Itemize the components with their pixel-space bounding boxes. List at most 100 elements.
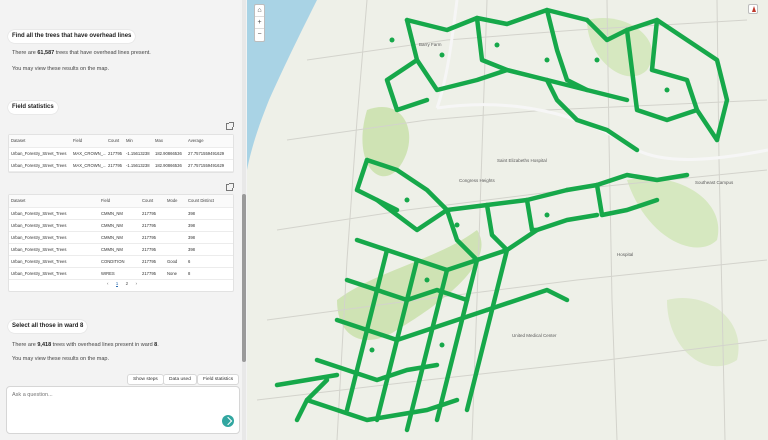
answer-2-map-note: You may view these results on the map. — [12, 356, 110, 362]
stats-table-1-card: Dataset Field Count Min Max Average Urba… — [8, 134, 234, 173]
table-cell: 398 — [186, 207, 233, 220]
table-cell: Urban_Forestry_Street_Trees — [9, 207, 99, 220]
table-row: Urban_Forestry_Street_Trees CMMN_NM 217795… — [9, 219, 233, 232]
map-label: Hospital — [617, 252, 634, 257]
page-1-button[interactable]: 1 — [115, 281, 119, 287]
zoom-in-button[interactable]: + — [255, 17, 264, 29]
panel-scrollbar-thumb[interactable] — [242, 194, 246, 362]
table-cell: -1.15613238 — [124, 159, 153, 172]
column-header[interactable]: Count — [106, 135, 124, 148]
user-question-1: Find all the trees that have overhead li… — [8, 30, 136, 43]
field-statistics-button[interactable]: Field statistics — [197, 374, 240, 385]
next-page-button[interactable]: › — [135, 281, 137, 286]
table-cell — [165, 243, 186, 256]
table-cell: Urban_Forestry_Street_Trees — [9, 159, 71, 172]
table-cell: 182.90866536 — [153, 159, 186, 172]
prev-page-button[interactable]: ‹ — [107, 281, 109, 286]
answer-2-text: There are 9,418 trees with overhead line… — [12, 342, 159, 348]
map-canvas — [247, 0, 768, 440]
answer-2-post: . — [157, 342, 159, 348]
table-row: Urban_Forestry_Street_Trees CONDITION 2177… — [9, 255, 233, 268]
field-statistics-heading: Field statistics — [8, 101, 58, 114]
park-area — [627, 178, 719, 248]
table-cell: 217795 — [140, 255, 165, 268]
page-2-button[interactable]: 2 — [126, 281, 129, 286]
table-cell: CMMN_NM — [99, 243, 140, 256]
table-cell: 398 — [186, 219, 233, 232]
answer-2-count: 9,418 — [37, 342, 52, 348]
map-label: Saint Elizabeths Hospital — [497, 158, 547, 163]
table-row: Urban_Forestry_Street_Trees CMMN_NM 217795… — [9, 207, 233, 220]
map-zoom-controls: ⌂ + − — [254, 4, 265, 42]
table-cell: CMMN_NM — [99, 219, 140, 232]
table-cell: CMMN_NM — [99, 231, 140, 244]
compass-icon[interactable] — [748, 4, 758, 14]
map-label: United Medical Center — [512, 333, 557, 338]
table-cell: CMMN_NM — [99, 207, 140, 220]
table-cell: Urban_Forestry_Street_Trees — [9, 255, 99, 268]
answer-1-count: 61,587 — [37, 50, 55, 56]
table-cell — [165, 231, 186, 244]
table-cell: Urban_Forestry_Street_Trees — [9, 219, 99, 232]
table-pagination: ‹ 1 2 › — [9, 281, 235, 290]
table-cell: MAX_CROWN_... — [71, 147, 106, 160]
expand-icon[interactable] — [226, 183, 234, 191]
map-label: Congress Heights — [459, 178, 495, 183]
expand-icon[interactable] — [226, 122, 234, 130]
table-cell: 217795 — [140, 243, 165, 256]
table-cell: 6 — [186, 255, 233, 268]
table-cell: Good — [165, 255, 186, 268]
table-row: Urban_Forestry_Street_Trees MAX_CROWN_..… — [9, 147, 233, 160]
column-header[interactable]: Field — [99, 195, 140, 208]
table-cell: 217795 — [106, 147, 124, 160]
answer-1-map-note: You may view these results on the map. — [12, 66, 110, 72]
table-cell: 217795 — [140, 267, 165, 280]
show-steps-button[interactable]: Show steps — [127, 374, 164, 385]
answer-2-pre: There are — [12, 342, 38, 348]
data-used-button[interactable]: Data used — [163, 374, 197, 385]
column-header[interactable]: Dataset — [9, 195, 99, 208]
column-header[interactable]: Average — [186, 135, 233, 148]
question-box — [6, 386, 240, 434]
chat-panel: Find all the trees that have overhead li… — [0, 0, 246, 440]
column-header[interactable]: Dataset — [9, 135, 71, 148]
column-header[interactable]: Count — [140, 195, 165, 208]
stats-table-2-card: Dataset Field Count Mode Count Distinct … — [8, 194, 234, 292]
column-header[interactable]: Field — [71, 135, 106, 148]
table-cell: None — [165, 267, 186, 280]
table-cell: 217795 — [140, 207, 165, 220]
ask-question-input[interactable] — [12, 392, 212, 398]
map-view[interactable]: Barry Farm Saint Elizabeths Hospital Con… — [247, 0, 768, 440]
table-cell: 182.90866536 — [153, 147, 186, 160]
answer-1-text: There are 61,587 trees that have overhea… — [12, 50, 151, 56]
table-row: Urban_Forestry_Street_Trees CMMN_NM 217795… — [9, 231, 233, 244]
table-cell: 27.7571559491629 — [186, 147, 233, 160]
table-cell: Urban_Forestry_Street_Trees — [9, 267, 99, 280]
park-area — [667, 298, 739, 367]
column-header[interactable]: Max — [153, 135, 186, 148]
table-cell: Urban_Forestry_Street_Trees — [9, 231, 99, 244]
zoom-out-button[interactable]: − — [255, 29, 264, 41]
table-cell: 217795 — [140, 231, 165, 244]
table-cell: MAX_CROWN_... — [71, 159, 106, 172]
table-cell: 398 — [186, 231, 233, 244]
table-cell: -1.15613238 — [124, 147, 153, 160]
table-row: Urban_Forestry_Street_Trees MAX_CROWN_..… — [9, 159, 233, 172]
column-header[interactable]: Min — [124, 135, 153, 148]
column-header[interactable]: Count Distinct — [186, 195, 233, 208]
table-cell: 217795 — [106, 159, 124, 172]
answer-2-mid: trees with overhead lines present in war… — [51, 342, 155, 348]
answer-1-post: trees that have overhead lines present. — [54, 50, 151, 56]
table-cell: 27.7571559491629 — [186, 159, 233, 172]
table-header-row: Dataset Field Count Min Max Average — [9, 135, 233, 148]
table-row: Urban_Forestry_Street_Trees WIRES 217795 No… — [9, 267, 233, 280]
column-header[interactable]: Mode — [165, 195, 186, 208]
stats-table-2: Dataset Field Count Mode Count Distinct … — [9, 195, 233, 280]
home-icon[interactable]: ⌂ — [255, 5, 264, 17]
map-label: Barry Farm — [419, 42, 442, 47]
table-header-row: Dataset Field Count Mode Count Distinct — [9, 195, 233, 208]
table-cell — [165, 219, 186, 232]
user-question-2: Select all those in ward 8 — [8, 320, 88, 333]
table-cell: CONDITION — [99, 255, 140, 268]
send-icon[interactable] — [222, 415, 234, 427]
